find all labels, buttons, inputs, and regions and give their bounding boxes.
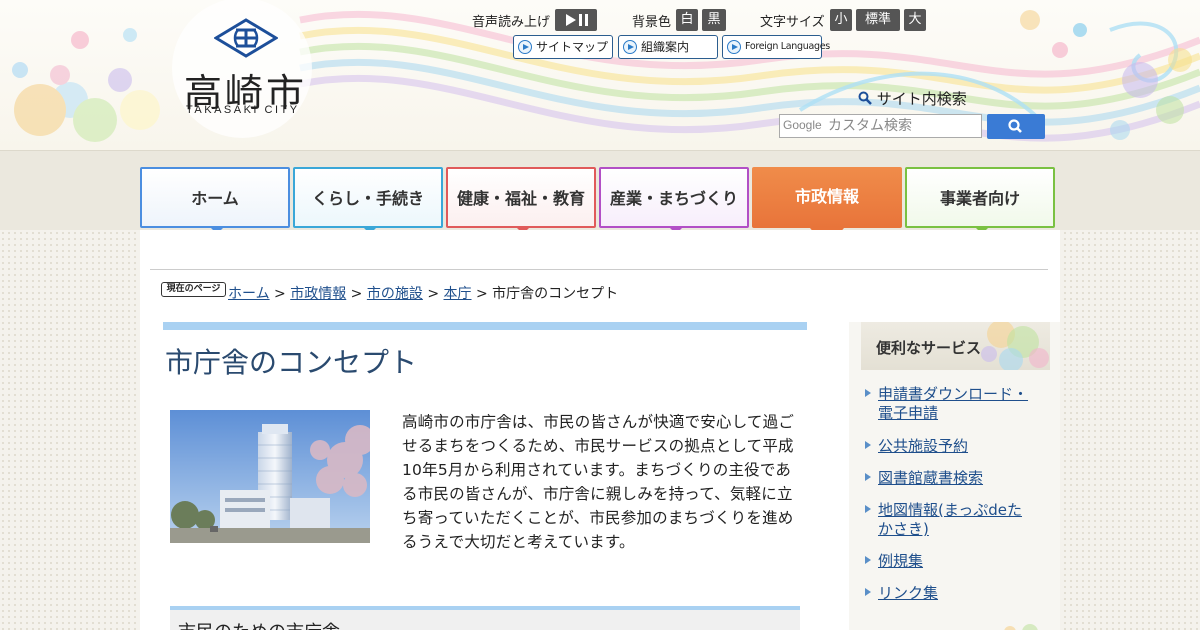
font-standard-button[interactable]: 標準 bbox=[856, 9, 900, 31]
current-page-badge: 現在のページ bbox=[161, 282, 226, 297]
nav-tab-health[interactable]: 健康・福祉・教育 bbox=[446, 167, 596, 234]
breadcrumb-link-home[interactable]: ホーム bbox=[228, 286, 270, 302]
side-heading: 便利なサービス bbox=[876, 339, 982, 357]
voice-read-label: 音声読み上げ bbox=[472, 15, 551, 30]
intro-paragraph: 高崎市の市庁舎は、市民の皆さんが快適で安心して過ごせるまちをつくるため、市民サー… bbox=[402, 413, 795, 551]
sitemap-link[interactable]: サイトマップ bbox=[513, 35, 613, 59]
nav-tab-living[interactable]: くらし・手続き bbox=[293, 167, 443, 234]
org-guide-link[interactable]: 組織案内 bbox=[618, 35, 718, 59]
nav-tab-city-info[interactable]: 市政情報 bbox=[752, 167, 902, 248]
bg-white-button[interactable]: 白 bbox=[676, 9, 698, 31]
city-logo[interactable]: 高崎市 TAKASAKI CITY bbox=[176, 18, 321, 123]
voice-play-button[interactable] bbox=[555, 9, 597, 31]
breadcrumb: ホーム > 市政情報 > 市の施設 > 本庁 > 市庁舎のコンセプト bbox=[228, 286, 619, 302]
play-pause-icon bbox=[566, 14, 588, 26]
city-hall-photo bbox=[170, 410, 370, 543]
nav-tab-label: 健康・福祉・教育 bbox=[456, 189, 585, 208]
breadcrumb-current: 市庁舎のコンセプト bbox=[492, 286, 619, 302]
bullet-icon bbox=[865, 556, 871, 564]
side-link-facility-reservation[interactable]: 公共施設予約 bbox=[878, 437, 1048, 456]
nav-tab-home[interactable]: ホーム bbox=[140, 167, 290, 234]
search-icon bbox=[1008, 119, 1022, 133]
breadcrumb-link-main-office[interactable]: 本庁 bbox=[444, 286, 472, 302]
nav-tab-label: くらし・手続き bbox=[311, 189, 424, 208]
font-size-label: 文字サイズ bbox=[760, 15, 825, 30]
side-link-text: 地図情報(まっぷdeた bbox=[878, 501, 1023, 519]
nav-tab-label: 産業・まちづくり bbox=[609, 189, 738, 208]
nav-tab-label: 市政情報 bbox=[794, 187, 859, 206]
side-link-application-download[interactable]: 申請書ダウンロード・ 電子申請 bbox=[878, 385, 1048, 423]
page-title: 市庁舎のコンセプト bbox=[165, 346, 418, 379]
bullet-icon bbox=[865, 441, 871, 449]
org-guide-label: 組織案内 bbox=[641, 40, 690, 54]
side-link-map-info[interactable]: 地図情報(まっぷdeた かさき) bbox=[878, 501, 1048, 539]
breadcrumb-link-city-info[interactable]: 市政情報 bbox=[290, 286, 346, 302]
google-label: Google bbox=[783, 118, 822, 132]
nav-tab-label: ホーム bbox=[191, 189, 239, 208]
font-large-button[interactable]: 大 bbox=[904, 9, 926, 31]
bullet-icon bbox=[865, 473, 871, 481]
title-accent-bar bbox=[163, 322, 807, 330]
bg-color-label: 背景色 bbox=[632, 15, 672, 30]
logo-subtext: TAKASAKI CITY bbox=[186, 104, 300, 116]
bullet-icon bbox=[865, 389, 871, 397]
bullet-icon bbox=[865, 588, 871, 596]
nav-tab-label: 事業者向け bbox=[939, 189, 1020, 208]
foreign-languages-link[interactable]: Foreign Languages bbox=[722, 35, 830, 59]
breadcrumb-link-facilities[interactable]: 市の施設 bbox=[367, 286, 423, 302]
sitemap-label: サイトマップ bbox=[536, 40, 609, 54]
play-circle-icon bbox=[518, 40, 532, 54]
nav-tab-business[interactable]: 事業者向け bbox=[905, 167, 1055, 234]
search-button[interactable] bbox=[987, 114, 1045, 139]
city-emblem-icon bbox=[214, 18, 278, 58]
play-circle-icon bbox=[623, 40, 637, 54]
section-heading: 市民のための市庁舎 bbox=[178, 618, 340, 630]
site-search-label: サイト内検索 bbox=[858, 88, 967, 109]
side-link-text: 申請書ダウンロード・ bbox=[878, 385, 1029, 403]
side-link-links[interactable]: リンク集 bbox=[878, 584, 1048, 603]
nav-tab-industry[interactable]: 産業・まちづくり bbox=[599, 167, 749, 234]
font-small-button[interactable]: 小 bbox=[830, 9, 852, 31]
breadcrumb-divider bbox=[150, 269, 1048, 270]
bg-black-button[interactable]: 黒 bbox=[702, 9, 726, 31]
bullet-icon bbox=[865, 505, 871, 513]
site-search-text: サイト内検索 bbox=[876, 90, 967, 108]
side-link-text: かさき) bbox=[878, 520, 929, 538]
side-link-regulations[interactable]: 例規集 bbox=[878, 552, 1048, 571]
bubbles-decoration-icon bbox=[1004, 624, 1038, 630]
side-link-library-search[interactable]: 図書館蔵書検索 bbox=[878, 469, 1048, 488]
magnifier-icon bbox=[858, 91, 872, 105]
play-circle-icon bbox=[727, 40, 741, 54]
foreign-languages-label: Foreign Languages bbox=[745, 41, 830, 52]
side-link-text: 電子申請 bbox=[878, 404, 939, 422]
